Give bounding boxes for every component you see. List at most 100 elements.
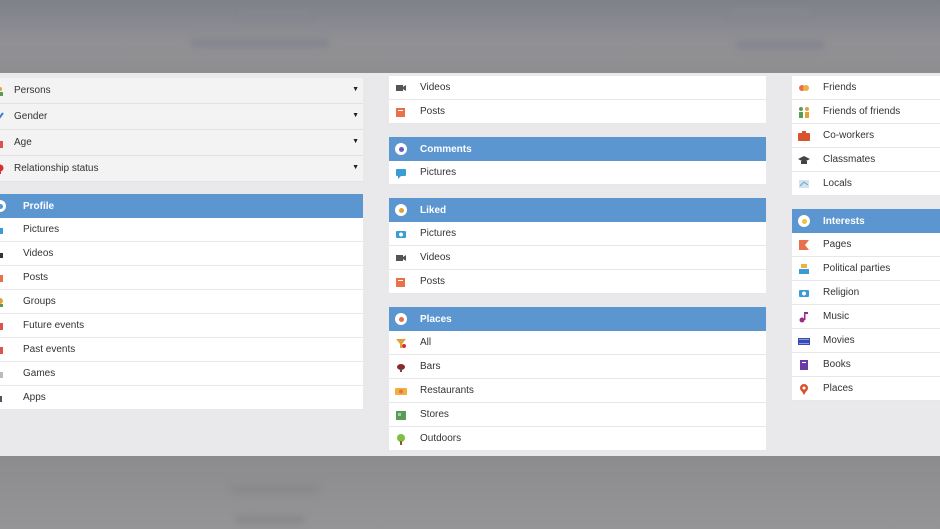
blurred-bottom-area [0,456,940,529]
middle-column: Videos Posts Comments Pictures Liked Pic… [389,76,766,451]
calendar-icon [0,320,6,332]
list-item-posts[interactable]: Posts [389,270,766,294]
video-camera-icon [395,82,407,94]
section-title: Comments [420,143,472,155]
filter-relationship-status[interactable]: Relationship status ▼ [0,156,363,182]
religion-icon [798,287,810,299]
comments-section-header[interactable]: Comments [389,137,766,161]
list-item-posts[interactable]: Posts [0,266,363,290]
profile-icon [0,200,6,212]
list-item-classmates[interactable]: Classmates [792,148,940,172]
list-item-label: All [420,337,432,348]
list-item-bars[interactable]: Bars [389,355,766,379]
chevron-down-icon[interactable]: ▼ [352,86,359,93]
list-item-movies[interactable]: Movies [792,329,940,353]
filter-label: Persons [14,85,51,96]
list-item-pictures[interactable]: Pictures [389,222,766,246]
list-item-locals[interactable]: Locals [792,172,940,196]
right-column: Friends Friends of friends Co-workers Cl… [792,76,940,401]
list-item-label: Restaurants [420,385,474,396]
filter-gender[interactable]: Gender ▼ [0,104,363,130]
places-section-header[interactable]: Places [389,307,766,331]
podium-icon [798,263,810,275]
posts-icon [0,272,6,284]
chevron-down-icon[interactable]: ▼ [352,138,359,145]
flag-icon [798,239,810,251]
age-icon [0,138,4,148]
briefcase-icon [798,130,810,142]
apps-icon [0,392,6,404]
star-icon [798,215,810,227]
comment-bubble-icon [395,143,407,155]
list-item-label: Posts [23,272,49,283]
list-item-all[interactable]: All [389,331,766,355]
calendar-icon [0,344,6,356]
book-icon [798,359,810,371]
list-item-label: Religion [823,287,860,298]
heart-icon [0,164,4,174]
filter-age[interactable]: Age ▼ [0,130,363,156]
list-item-posts[interactable]: Posts [389,100,766,124]
interests-section-header[interactable]: Interests [792,209,940,233]
list-item-label: Bars [420,361,441,372]
list-item-groups[interactable]: Groups [0,290,363,314]
list-item-political-parties[interactable]: Political parties [792,257,940,281]
list-item-past-events[interactable]: Past events [0,338,363,362]
list-item-label: Music [823,311,850,322]
list-item-friends-of-friends[interactable]: Friends of friends [792,100,940,124]
list-item-label: Past events [23,344,76,355]
people-icon [0,86,4,96]
list-item-restaurants[interactable]: Restaurants [389,379,766,403]
list-item-label: Pictures [420,228,457,239]
restaurant-icon [395,385,407,397]
chevron-down-icon[interactable]: ▼ [352,112,359,119]
list-item-outdoors[interactable]: Outdoors [389,427,766,451]
list-item-videos[interactable]: Videos [389,76,766,100]
tree-icon [395,433,407,445]
map-icon [798,178,810,190]
list-item-friends[interactable]: Friends [792,76,940,100]
film-icon [798,335,810,347]
search-filter-panel: Persons ▼ Gender ▼ Age ▼ Relationship st… [0,73,940,456]
filter-persons[interactable]: Persons ▼ [0,78,363,104]
list-item-religion[interactable]: Religion [792,281,940,305]
list-item-label: Political parties [823,263,891,274]
chevron-down-icon[interactable]: ▼ [352,164,359,171]
list-item-label: Movies [823,335,855,346]
list-item-stores[interactable]: Stores [389,403,766,427]
list-item-label: Future events [23,320,85,331]
list-item-label: Stores [420,409,449,420]
liked-section-header[interactable]: Liked [389,198,766,222]
list-item-label: Videos [420,82,451,93]
filter-pin-icon [395,337,407,349]
video-camera-icon [395,252,407,264]
filter-label: Age [14,137,32,148]
camera-icon [395,228,407,240]
list-item-label: Apps [23,392,46,403]
list-item-videos[interactable]: Videos [389,246,766,270]
list-item-label: Places [823,383,854,394]
glass-icon [395,361,407,373]
list-item-places[interactable]: Places [792,377,940,401]
map-pin-icon [798,383,810,395]
list-item-apps[interactable]: Apps [0,386,363,410]
list-item-future-events[interactable]: Future events [0,314,363,338]
list-item-games[interactable]: Games [0,362,363,386]
list-item-label: Books [823,359,851,370]
list-item-co-workers[interactable]: Co-workers [792,124,940,148]
list-item-pages[interactable]: Pages [792,233,940,257]
list-item-videos[interactable]: Videos [0,242,363,266]
list-item-pictures[interactable]: Pictures [389,161,766,185]
section-title: Places [420,313,452,325]
list-item-label: Friends [823,82,857,93]
list-item-music[interactable]: Music [792,305,940,329]
list-item-label: Posts [420,106,446,117]
list-item-pictures[interactable]: Pictures [0,218,363,242]
list-item-label: Locals [823,178,852,189]
camera-icon [0,224,6,236]
list-item-books[interactable]: Books [792,353,940,377]
list-item-label: Posts [420,276,446,287]
profile-section-header[interactable]: Profile [0,194,363,218]
list-item-label: Classmates [823,154,876,165]
thumbs-up-icon [395,204,407,216]
